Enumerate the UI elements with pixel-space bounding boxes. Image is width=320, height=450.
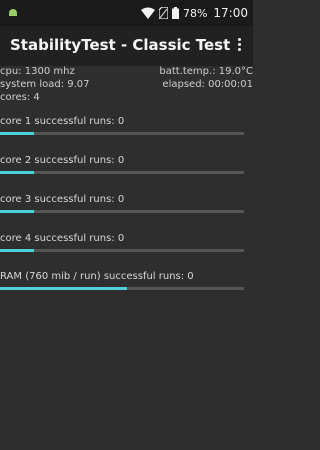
test-label: core 1 successful runs: 0 [0, 116, 125, 127]
progress-fill [0, 171, 35, 174]
progress-track [0, 210, 244, 213]
info-panel: cpu: 1300 mhz batt.temp.: 19.0°C system … [0, 66, 253, 106]
clock: 17:00 [213, 6, 248, 20]
test-item: core 1 successful runs: 0 [0, 116, 253, 142]
test-label: core 2 successful runs: 0 [0, 155, 125, 166]
cpu-frequency: cpu: 1300 mhz [0, 66, 75, 77]
test-label: core 3 successful runs: 0 [0, 194, 125, 205]
test-label: RAM (760 mib / run) successful runs: 0 [0, 271, 194, 282]
test-item: core 2 successful runs: 0 [0, 155, 253, 181]
progress-track [0, 171, 244, 174]
status-icons: 78% 17:00 [140, 5, 248, 21]
overflow-menu-icon[interactable] [235, 38, 243, 56]
elapsed-time: elapsed: 00:00:01 [162, 79, 253, 90]
test-item: core 4 successful runs: 0 [0, 233, 253, 259]
app-title: StabilityTest - Classic Test [10, 36, 231, 54]
status-bar: 78% 17:00 [0, 0, 253, 26]
battery-level: 78% [182, 6, 208, 20]
core-count: cores: 4 [0, 92, 40, 103]
test-label: core 4 successful runs: 0 [0, 233, 125, 244]
progress-fill [0, 249, 35, 252]
system-load: system load: 9.07 [0, 79, 90, 90]
progress-track [0, 287, 244, 290]
test-item: RAM (760 mib / run) successful runs: 0 [0, 271, 253, 297]
progress-track [0, 249, 244, 252]
wifi-icon [140, 7, 155, 19]
battery-temperature: batt.temp.: 19.0°C [159, 66, 253, 77]
app-bar: StabilityTest - Classic Test [0, 26, 253, 66]
progress-fill [0, 132, 35, 135]
android-icon [9, 9, 17, 16]
battery-icon [171, 7, 179, 19]
test-item: core 3 successful runs: 0 [0, 194, 253, 220]
progress-fill [0, 210, 35, 213]
no-sim-icon [158, 7, 168, 19]
progress-fill [0, 287, 127, 290]
progress-track [0, 132, 244, 135]
